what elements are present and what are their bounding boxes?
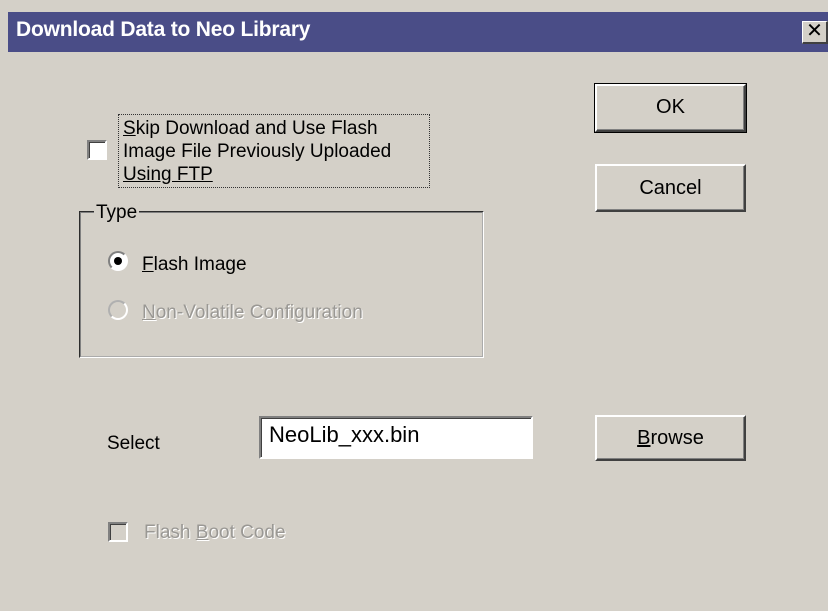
flash-image-radio[interactable] (108, 251, 128, 271)
flash-image-label[interactable]: Flash Image (142, 254, 247, 276)
skip-download-line-2: Image File Previously Uploaded (123, 141, 392, 162)
file-path-input[interactable]: NeoLib_xxx.bin (259, 416, 533, 459)
skip-download-line-1: Skip Download and Use Flash (123, 118, 378, 139)
close-button[interactable]: ✕ (802, 21, 828, 44)
select-label: Select (107, 433, 160, 454)
skip-download-line-3: Using FTP (123, 164, 213, 185)
skip-download-label[interactable]: Skip Download and Use Flash Image File P… (118, 114, 430, 188)
flash-boot-code-label: Flash Boot Code (144, 522, 286, 543)
type-groupbox (79, 211, 484, 358)
type-group-legend: Type (94, 202, 140, 224)
non-volatile-config-label: Non-Volatile Configuration (142, 302, 363, 323)
cancel-button[interactable]: Cancel (595, 164, 746, 212)
cancel-button-label: Cancel (639, 177, 702, 199)
title-bar[interactable]: Download Data to Neo Library ✕ (8, 12, 828, 52)
browse-button[interactable]: Browse (595, 415, 746, 461)
ok-button[interactable]: OK (594, 83, 747, 133)
browse-button-label: Browse (637, 427, 704, 449)
skip-download-checkbox[interactable] (87, 140, 107, 160)
ok-button-label: OK (656, 96, 685, 118)
download-dialog: Download Data to Neo Library ✕ OK Cancel… (0, 0, 828, 611)
radio-selected-dot (114, 257, 122, 265)
dialog-title: Download Data to Neo Library (16, 18, 311, 41)
non-volatile-config-radio (108, 300, 128, 320)
close-icon: ✕ (806, 20, 823, 42)
flash-boot-code-checkbox (108, 522, 128, 542)
